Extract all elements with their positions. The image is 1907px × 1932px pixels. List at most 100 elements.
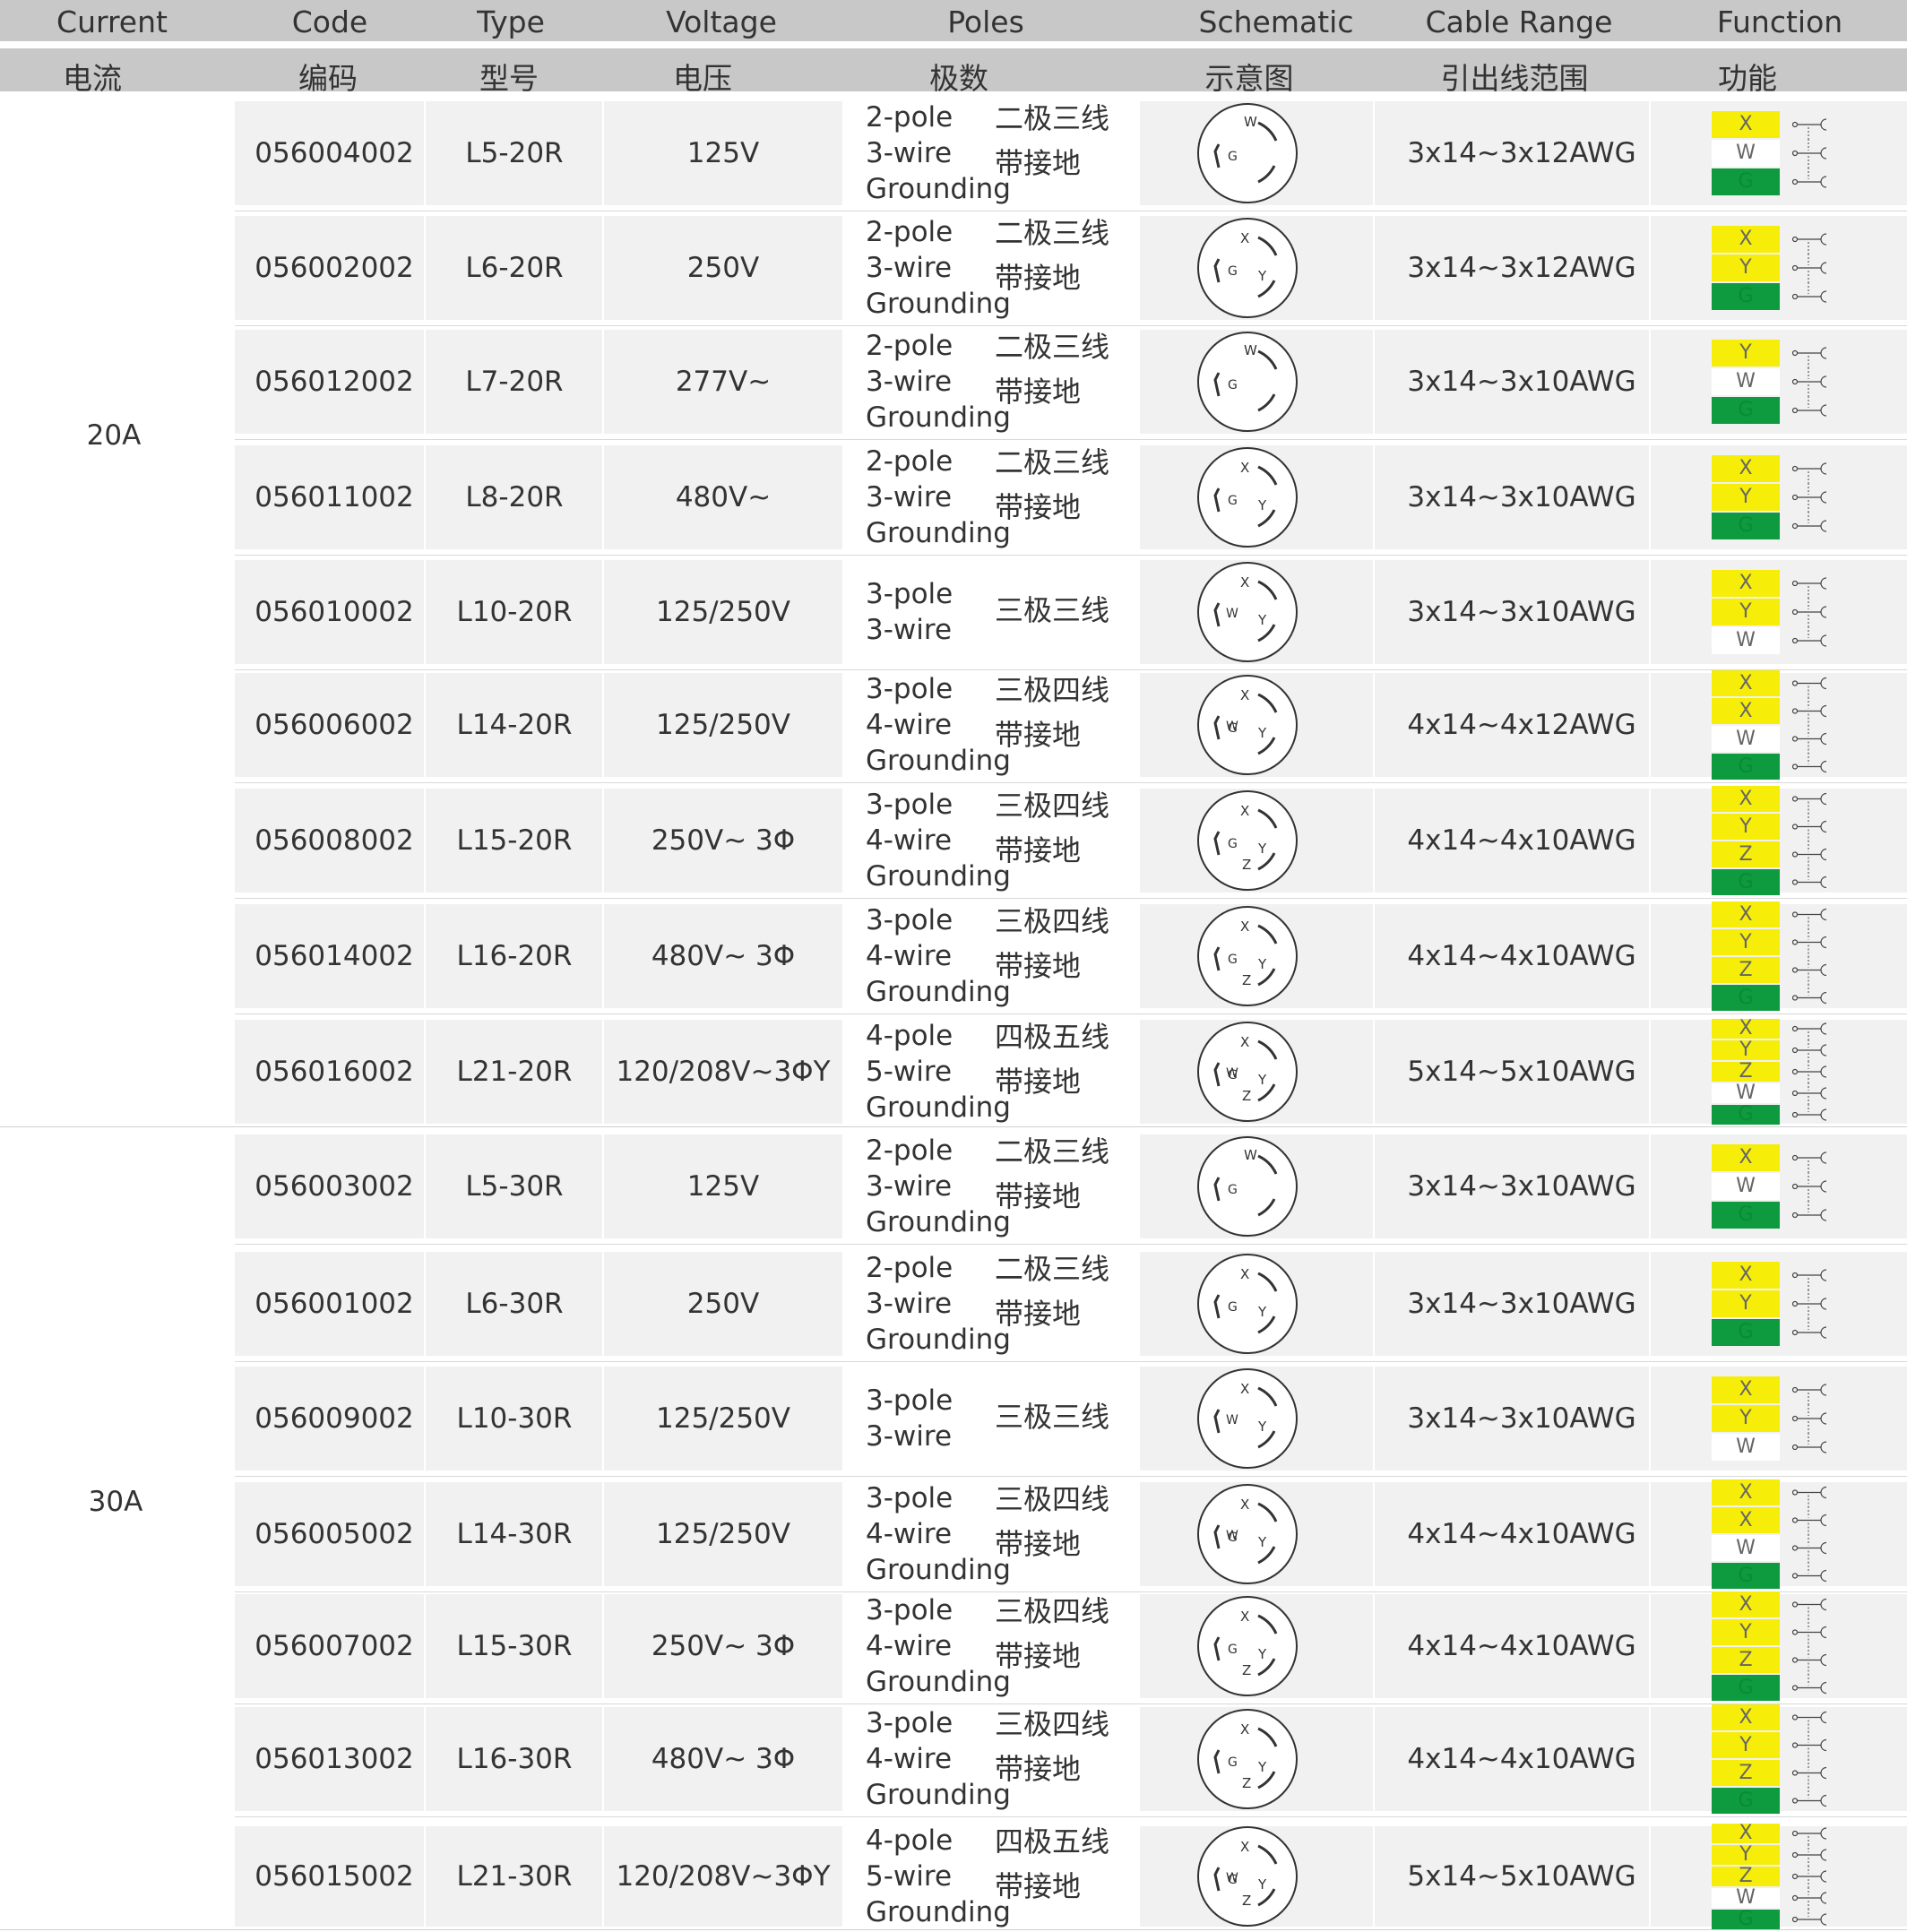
product-row: 056012002 L7-20R 277V~ 2-pole 3-wire Ground… bbox=[0, 324, 1907, 439]
wire-color-swatch: X bbox=[1712, 226, 1780, 253]
cable-range: 4x14~4x10AWG bbox=[1407, 940, 1636, 972]
function-wiring: XYW bbox=[1712, 569, 1830, 655]
schematic-label: W bbox=[1244, 342, 1257, 358]
schematic-label: Z bbox=[1242, 1775, 1251, 1791]
schematic-label: Y bbox=[1257, 497, 1267, 513]
wire-entry: W bbox=[1712, 367, 1830, 396]
schematic-label: W bbox=[1244, 114, 1257, 130]
wire-entry: X bbox=[1712, 1376, 1830, 1404]
product-voltage: 125/250V bbox=[656, 1518, 790, 1550]
product-type: L6-20R bbox=[465, 252, 564, 284]
wire-entry: W bbox=[1712, 1887, 1830, 1909]
terminal-symbol bbox=[1792, 1486, 1827, 1506]
terminal-symbol bbox=[1792, 118, 1827, 139]
wire-entry: Z bbox=[1712, 956, 1830, 984]
terminal-symbol bbox=[1792, 908, 1827, 928]
poles-english: 3-pole 4-wire Grounding bbox=[866, 789, 1011, 893]
schematic-label: Z bbox=[1242, 1662, 1251, 1678]
wire-entry: Y bbox=[1712, 928, 1830, 956]
schematic-label: W bbox=[1244, 1147, 1257, 1163]
wire-entry: G bbox=[1712, 984, 1830, 1012]
header-poles-cn: 极数 bbox=[929, 61, 988, 96]
product-voltage: 250V~ 3Φ bbox=[651, 1630, 796, 1662]
schematic-label: X bbox=[1240, 1609, 1249, 1625]
schematic-label: Y bbox=[1257, 612, 1267, 628]
product-row: 056013002 L16-30R 480V~ 3Φ 3-pole 4-wire Gr… bbox=[0, 1702, 1907, 1816]
product-voltage: 125V bbox=[686, 137, 760, 169]
wire-entry: X bbox=[1712, 669, 1830, 697]
wire-color-swatch: X bbox=[1712, 111, 1780, 138]
terminal-symbol bbox=[1792, 677, 1827, 697]
wire-entry: X bbox=[1712, 1703, 1830, 1731]
schematic-diagram: WG bbox=[1195, 1134, 1299, 1238]
product-row: 056016002 L21-20R 120/208V~3ΦY 4-pole 5-wir… bbox=[0, 1014, 1907, 1129]
schematic-label: X bbox=[1240, 1034, 1249, 1050]
wire-color-swatch: Z bbox=[1712, 957, 1780, 983]
poles-chinese: 二极三线 带接地 bbox=[995, 445, 1110, 524]
wire-entry: X bbox=[1712, 1143, 1830, 1172]
wire-entry: Y bbox=[1712, 254, 1830, 282]
wire-entry: Z bbox=[1712, 1866, 1830, 1887]
wire-entry: G bbox=[1712, 1787, 1830, 1815]
wire-color-swatch: Y bbox=[1712, 814, 1780, 840]
terminal-symbol bbox=[1792, 1082, 1827, 1104]
wire-color-swatch: G bbox=[1712, 754, 1780, 780]
schematic-diagram: X YZG bbox=[1195, 1707, 1299, 1811]
schematic-label: Y bbox=[1257, 1759, 1267, 1775]
terminal-symbol bbox=[1792, 1433, 1827, 1453]
schematic-label: G bbox=[1228, 1068, 1238, 1082]
function-wiring: XYZG bbox=[1712, 1703, 1830, 1815]
wire-entry: W bbox=[1712, 626, 1830, 655]
poles-english: 2-pole 3-wire Grounding bbox=[866, 1252, 1011, 1356]
product-code: 056008002 bbox=[255, 824, 414, 857]
function-wiring: XWG bbox=[1712, 110, 1830, 196]
wire-entry: W bbox=[1712, 139, 1830, 168]
header-cable-range-cn: 引出线范围 bbox=[1440, 61, 1589, 96]
product-type: L15-30R bbox=[456, 1630, 573, 1662]
terminal-symbol bbox=[1792, 956, 1827, 984]
poles-english: 3-pole 4-wire Grounding bbox=[866, 1594, 1011, 1698]
wire-entry: G bbox=[1712, 1562, 1830, 1590]
header-type: Type bbox=[477, 4, 545, 39]
header-code: Code bbox=[291, 4, 368, 39]
schematic-label: X bbox=[1240, 1381, 1249, 1397]
cable-range: 4x14~4x10AWG bbox=[1407, 1518, 1636, 1550]
schematic-label: G bbox=[1228, 150, 1238, 164]
wire-color-swatch: G bbox=[1712, 1563, 1780, 1589]
wire-color-swatch: W bbox=[1712, 1434, 1780, 1461]
schematic-label: G bbox=[1228, 721, 1238, 736]
wire-entry: G bbox=[1712, 753, 1830, 781]
wire-color-swatch: W bbox=[1712, 1888, 1780, 1908]
terminal-symbol bbox=[1792, 1731, 1827, 1759]
wire-entry: Z bbox=[1712, 1759, 1830, 1787]
product-code: 056006002 bbox=[255, 709, 414, 741]
wire-entry: Y bbox=[1712, 1404, 1830, 1433]
terminal-symbol bbox=[1792, 512, 1827, 532]
wire-entry: Y bbox=[1712, 1039, 1830, 1061]
product-code: 056015002 bbox=[255, 1860, 414, 1893]
product-code: 056009002 bbox=[255, 1402, 414, 1435]
header-schematic-cn: 示意图 bbox=[1204, 61, 1294, 96]
product-code: 056004002 bbox=[255, 137, 414, 169]
function-wiring: XYZG bbox=[1712, 1591, 1830, 1702]
wire-color-swatch: Y bbox=[1712, 599, 1780, 625]
header-poles: Poles bbox=[947, 4, 1024, 39]
terminal-symbol bbox=[1792, 1289, 1827, 1318]
wire-entry: X bbox=[1712, 1018, 1830, 1039]
wire-color-swatch: W bbox=[1712, 1083, 1780, 1103]
header-type-cn: 型号 bbox=[479, 61, 539, 96]
terminal-symbol bbox=[1792, 139, 1827, 168]
schematic-diagram: X YZG bbox=[1195, 789, 1299, 893]
wire-entry: X bbox=[1712, 1506, 1830, 1534]
wire-color-swatch: X bbox=[1712, 670, 1780, 696]
terminal-symbol bbox=[1792, 1887, 1827, 1909]
product-code: 056011002 bbox=[255, 481, 414, 513]
terminal-symbol bbox=[1792, 233, 1827, 254]
product-type: L7-20R bbox=[465, 366, 564, 398]
wire-color-swatch: G bbox=[1712, 283, 1780, 310]
header-voltage: Voltage bbox=[666, 4, 777, 39]
wire-color-swatch: Z bbox=[1712, 1867, 1780, 1886]
wire-color-swatch: Y bbox=[1712, 340, 1780, 367]
schematic-label: Z bbox=[1242, 1088, 1251, 1104]
wire-entry: G bbox=[1712, 1104, 1830, 1126]
